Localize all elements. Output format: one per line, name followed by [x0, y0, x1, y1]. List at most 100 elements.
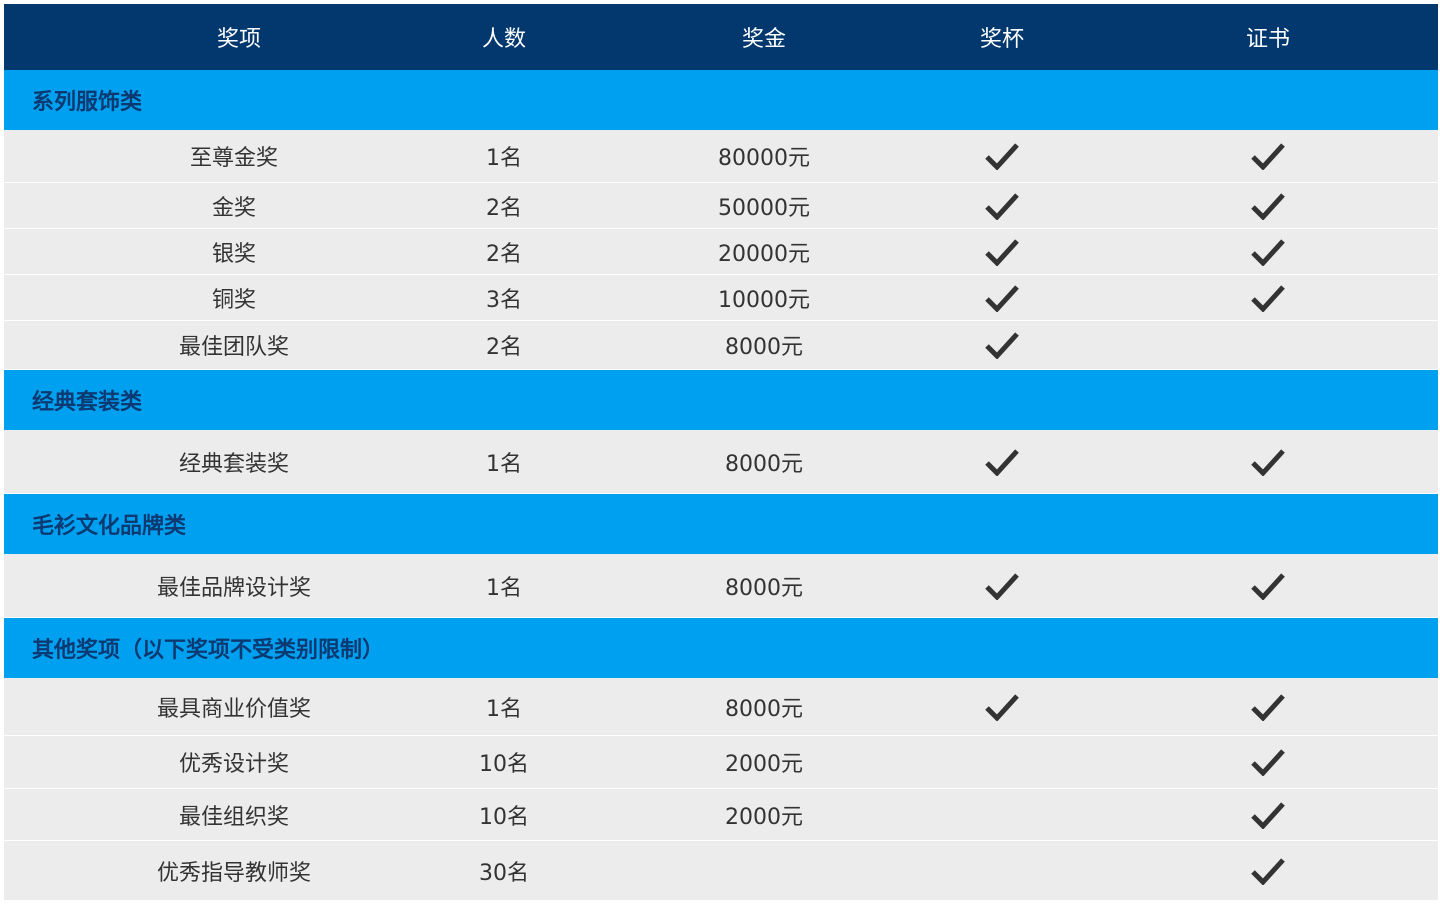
award-count: 3名	[444, 275, 564, 320]
award-count: 2名	[444, 183, 564, 228]
award-count-text: 1名	[486, 696, 522, 722]
award-table: 奖项 人数 奖金 奖杯 证书 系列服饰类 至尊金奖 1名 80000元 金奖 2名 5000…	[4, 4, 1438, 901]
award-prize-text: 8000元	[725, 575, 803, 601]
award-name: 至尊金奖	[4, 130, 464, 182]
award-name: 优秀设计奖	[4, 736, 464, 788]
table-row: 最具商业价值奖 1名 8000元	[4, 678, 1438, 736]
award-count: 1名	[444, 430, 564, 493]
award-cup	[952, 554, 1052, 617]
award-cup	[952, 430, 1052, 493]
award-count: 10名	[444, 736, 564, 788]
check-icon	[1251, 448, 1285, 476]
category-label: 经典套装类	[32, 390, 143, 415]
award-cup	[952, 130, 1052, 182]
award-name: 银奖	[4, 229, 464, 274]
check-icon	[1251, 801, 1285, 829]
award-name-text: 优秀设计奖	[178, 752, 289, 777]
award-cup	[952, 275, 1052, 320]
award-prize-text: 2000元	[725, 752, 803, 777]
award-name-text: 至尊金奖	[189, 146, 278, 171]
header-award-label: 奖项	[216, 27, 261, 52]
header-cert-label: 证书	[1245, 27, 1290, 52]
award-count-text: 2名	[486, 335, 522, 360]
award-prize: 80000元	[684, 130, 844, 182]
award-prize: 2000元	[684, 789, 844, 840]
award-cert	[1218, 183, 1318, 228]
table-row: 至尊金奖 1名 80000元	[4, 130, 1438, 183]
award-count-text: 1名	[486, 575, 522, 601]
award-prize: 8000元	[684, 430, 844, 493]
award-name-text: 最具商业价值奖	[156, 696, 311, 722]
header-prize: 奖金	[684, 4, 844, 70]
award-cup	[952, 736, 1052, 788]
category-label: 其他奖项（以下奖项不受类别限制）	[32, 638, 385, 663]
check-icon	[985, 238, 1019, 266]
table-row: 金奖 2名 50000元	[4, 183, 1438, 229]
award-count-text: 1名	[486, 451, 522, 477]
award-name-text: 优秀指导教师奖	[156, 860, 311, 886]
award-prize: 2000元	[684, 736, 844, 788]
award-prize	[684, 841, 844, 900]
award-prize-text: 8000元	[725, 335, 803, 360]
award-prize: 8000元	[684, 554, 844, 617]
award-name: 最佳团队奖	[4, 321, 464, 369]
header-award: 奖项	[24, 4, 454, 70]
check-icon	[1251, 572, 1285, 600]
award-count: 10名	[444, 789, 564, 840]
award-count-text: 1名	[486, 146, 522, 171]
header-cert: 证书	[1218, 4, 1318, 70]
award-name: 优秀指导教师奖	[4, 841, 464, 900]
category-row: 经典套装类	[4, 370, 1438, 430]
award-cup	[952, 789, 1052, 840]
check-icon	[1251, 142, 1285, 170]
award-cert	[1218, 789, 1318, 840]
award-name-text: 最佳组织奖	[178, 804, 289, 830]
table-row: 银奖 2名 20000元	[4, 229, 1438, 275]
check-icon	[1251, 693, 1285, 721]
award-name-text: 银奖	[211, 241, 256, 267]
award-name: 铜奖	[4, 275, 464, 320]
table-row: 最佳组织奖 10名 2000元	[4, 789, 1438, 841]
category-row: 其他奖项（以下奖项不受类别限制）	[4, 618, 1438, 678]
header-cup-label: 奖杯	[979, 27, 1024, 52]
check-icon	[985, 331, 1019, 359]
award-prize: 10000元	[684, 275, 844, 320]
award-count-text: 2名	[486, 241, 522, 267]
check-icon	[985, 572, 1019, 600]
award-prize: 20000元	[684, 229, 844, 274]
award-cert	[1218, 736, 1318, 788]
check-icon	[1251, 748, 1285, 776]
award-prize: 8000元	[684, 321, 844, 369]
award-name: 最具商业价值奖	[4, 678, 464, 735]
award-prize-text: 80000元	[718, 146, 810, 171]
table-row: 优秀设计奖 10名 2000元	[4, 736, 1438, 789]
check-icon	[985, 693, 1019, 721]
award-name: 经典套装奖	[4, 430, 464, 493]
award-cert	[1218, 841, 1318, 900]
table-row: 优秀指导教师奖 30名	[4, 841, 1438, 901]
table-header: 奖项 人数 奖金 奖杯 证书	[4, 4, 1438, 72]
award-cert	[1218, 275, 1318, 320]
award-name: 金奖	[4, 183, 464, 228]
award-prize-text: 8000元	[725, 451, 803, 477]
header-prize-label: 奖金	[741, 27, 786, 52]
award-prize-text: 2000元	[725, 804, 803, 830]
award-count: 2名	[444, 321, 564, 369]
award-cup	[952, 229, 1052, 274]
table-row: 铜奖 3名 10000元	[4, 275, 1438, 321]
award-count-text: 30名	[479, 860, 529, 886]
check-icon	[985, 192, 1019, 220]
table-row: 最佳品牌设计奖 1名 8000元	[4, 554, 1438, 618]
check-icon	[1251, 857, 1285, 885]
award-count: 1名	[444, 678, 564, 735]
award-cert	[1218, 229, 1318, 274]
award-cert	[1218, 554, 1318, 617]
award-name-text: 经典套装奖	[178, 451, 289, 477]
check-icon	[985, 284, 1019, 312]
category-row: 毛衫文化品牌类	[4, 494, 1438, 554]
award-name-text: 铜奖	[211, 287, 256, 313]
header-count-label: 人数	[481, 27, 526, 52]
header-cup: 奖杯	[952, 4, 1052, 70]
award-cert	[1218, 321, 1318, 369]
check-icon	[1251, 284, 1285, 312]
